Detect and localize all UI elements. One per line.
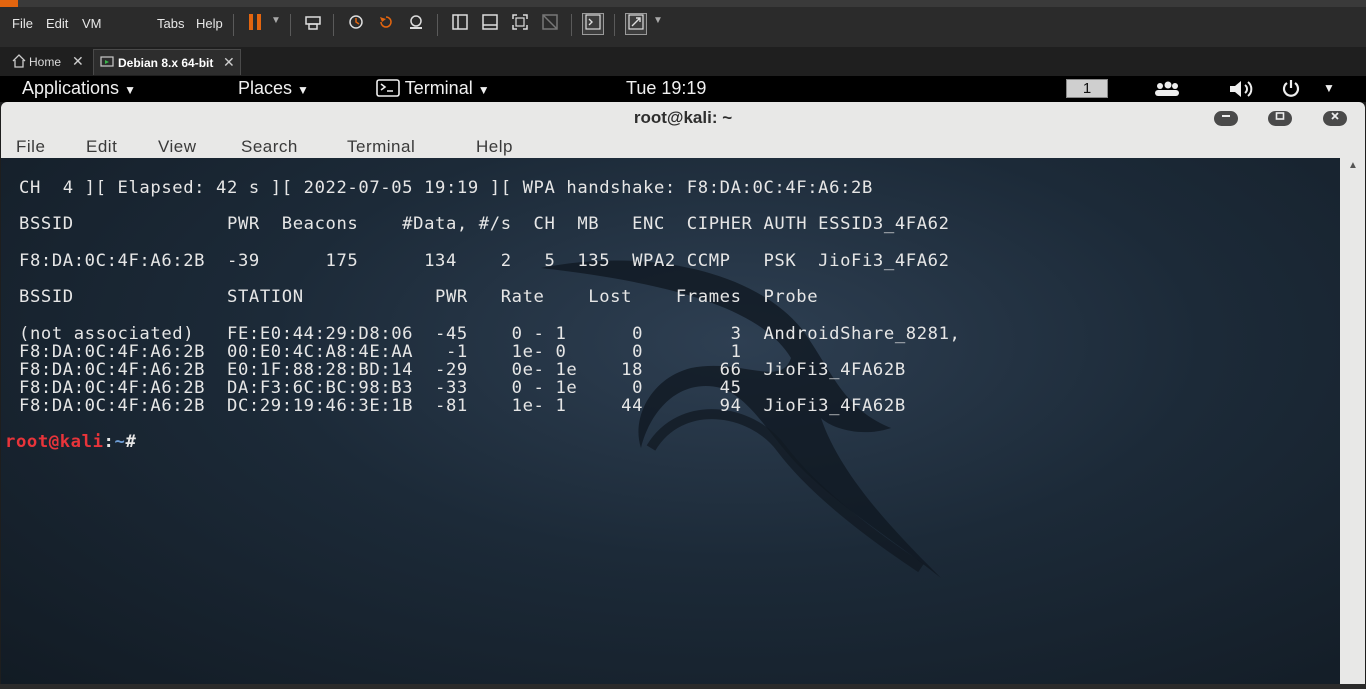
thumbnail-bar-icon[interactable] [479, 13, 501, 35]
places-label: Places [238, 78, 293, 98]
menu-file[interactable]: File [12, 16, 33, 31]
chevron-down-icon: ▼ [297, 83, 309, 97]
prompt-user: root@kali [5, 432, 104, 452]
single-pane-icon[interactable] [449, 13, 471, 35]
console-view-icon[interactable] [582, 13, 604, 35]
terminal-menu-search[interactable]: Search [241, 137, 298, 157]
chevron-down-icon: ▼ [124, 83, 136, 97]
terminal-window: root@kali: ~ File Edit View Search Termi… [1, 102, 1365, 684]
vm-icon [100, 55, 114, 72]
terminal-menubar: File Edit View Search Terminal Help [1, 134, 1365, 158]
shell-prompt[interactable]: root@kali:~# [5, 432, 136, 452]
terminal-output[interactable]: CH 4 ][ Elapsed: 42 s ][ 2022-07-05 19:1… [1, 158, 1340, 684]
scroll-up-icon[interactable]: ▲ [1348, 160, 1358, 171]
terminal-menu-file[interactable]: File [16, 137, 45, 157]
revert-snapshot-icon[interactable] [375, 13, 397, 35]
station-table-row: F8:DA:0C:4F:A6:2B DA:F3:6C:BC:98:B3 -33 … [19, 378, 742, 398]
tab-debian[interactable]: Debian 8.x 64-bit ✕ [93, 49, 241, 75]
workspace-indicator[interactable]: 1 [1066, 79, 1108, 98]
ap-table-row: F8:DA:0C:4F:A6:2B -39 175 134 2 5 135 WP… [19, 251, 950, 271]
station-table-row: F8:DA:0C:4F:A6:2B DC:29:19:46:3E:1B -81 … [19, 396, 906, 416]
close-icon[interactable]: ✕ [72, 53, 84, 70]
prompt-separator: : [103, 432, 115, 452]
vmware-logo-strip [0, 0, 18, 7]
snapshot-manager-icon[interactable] [405, 13, 427, 35]
toolbar-separator [290, 14, 291, 36]
network-users-icon[interactable] [1152, 80, 1182, 103]
minimize-icon[interactable] [1214, 111, 1238, 126]
station-table-header: BSSID STATION PWR Rate Lost Frames Probe [19, 287, 819, 307]
home-icon [12, 54, 26, 71]
station-table-row: F8:DA:0C:4F:A6:2B 00:E0:4C:A8:4E:AA -1 1… [19, 342, 742, 362]
applications-menu[interactable]: Applications ▼ [22, 78, 136, 99]
vmware-status-bar [0, 684, 1366, 689]
station-table-row: F8:DA:0C:4F:A6:2B E0:1F:88:28:BD:14 -29 … [19, 360, 906, 380]
window-title: root@kali: ~ [633, 108, 733, 127]
send-ctrl-alt-del-icon[interactable] [302, 13, 324, 35]
terminal-menu-terminal[interactable]: Terminal [347, 137, 415, 157]
menu-edit[interactable]: Edit [46, 16, 68, 31]
toolbar-separator [571, 14, 572, 36]
volume-icon[interactable] [1228, 79, 1258, 104]
pause-icon[interactable] [244, 13, 266, 35]
tab-home[interactable]: Home ✕ [4, 49, 88, 75]
stretch-icon[interactable] [625, 13, 647, 35]
toolbar-separator [437, 14, 438, 36]
terminal-icon [376, 79, 400, 102]
close-icon[interactable]: ✕ [223, 54, 235, 71]
chevron-down-icon[interactable]: ▼ [1323, 81, 1335, 95]
power-icon[interactable] [1280, 78, 1302, 105]
station-table-row: (not associated) FE:E0:44:29:D8:06 -45 0… [19, 324, 961, 344]
ap-table-header: BSSID PWR Beacons #Data, #/s CH MB ENC C… [19, 214, 950, 234]
vmware-menubar: File Edit VM VM Tabs Help ▼ ▼ [0, 0, 1366, 47]
terminal-app-label: Terminal [404, 78, 473, 98]
snapshot-icon[interactable] [345, 13, 367, 35]
terminal-scrollbar[interactable]: ▲ [1340, 158, 1365, 684]
maximize-icon[interactable] [1268, 111, 1292, 126]
tab-home-label: Home [29, 55, 62, 69]
unity-icon[interactable] [539, 13, 561, 35]
terminal-app-menu[interactable]: Terminal ▼ [376, 78, 490, 102]
clock[interactable]: Tue 19:19 [626, 78, 706, 99]
close-icon[interactable] [1323, 111, 1347, 126]
toolbar-separator [233, 14, 234, 36]
vmware-tab-strip: Home ✕ Debian 8.x 64-bit ✕ [0, 47, 1366, 77]
dropdown-caret-icon[interactable]: ▼ [271, 15, 281, 26]
terminal-menu-help[interactable]: Help [476, 137, 513, 157]
prompt-char: # [125, 432, 137, 452]
tab-debian-label: Debian 8.x 64-bit [118, 56, 214, 70]
gnome-top-bar: Applications ▼ Places ▼ Terminal ▼ Tue 1… [0, 76, 1366, 102]
menu-help[interactable]: Help [196, 16, 223, 31]
terminal-menu-view[interactable]: View [158, 137, 197, 157]
airodump-status-line: CH 4 ][ Elapsed: 42 s ][ 2022-07-05 19:1… [19, 178, 873, 198]
toolbar-separator [333, 14, 334, 36]
menu-tabs[interactable]: Tabs [157, 16, 184, 31]
prompt-path: ~ [114, 432, 126, 452]
applications-label: Applications [22, 78, 120, 98]
places-menu[interactable]: Places ▼ [238, 78, 309, 99]
menu-vm[interactable]: VM [82, 16, 102, 31]
chevron-down-icon: ▼ [477, 83, 490, 97]
toolbar-separator [614, 14, 615, 36]
dropdown-caret-icon[interactable]: ▼ [653, 15, 663, 26]
fullscreen-icon[interactable] [509, 13, 531, 35]
terminal-menu-edit[interactable]: Edit [86, 137, 117, 157]
